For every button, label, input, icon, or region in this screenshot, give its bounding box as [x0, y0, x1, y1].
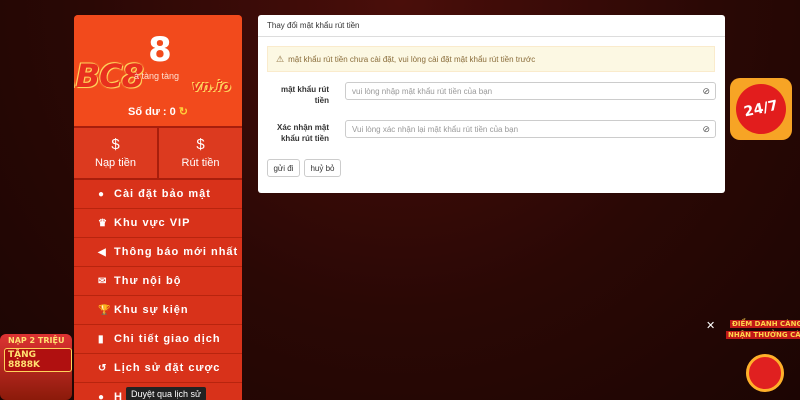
- menu-item-transactions[interactable]: ▮ Chi tiết giao dịch: [74, 325, 242, 354]
- menu-item-label: Thư nội bộ: [114, 275, 182, 287]
- menu-item-label: H: [114, 391, 123, 400]
- deposit-label: Nạp tiền: [95, 157, 136, 169]
- password-field[interactable]: vui lòng nhập mật khẩu rút tiền của bạn …: [345, 82, 716, 100]
- site-logo-suffix: vn.io: [192, 79, 231, 95]
- balance-label: Số dư :: [128, 106, 167, 118]
- dollar-coin-icon: $: [111, 136, 120, 153]
- menu-item-vip[interactable]: ♛ Khu vực VIP: [74, 209, 242, 238]
- avatar: 8: [148, 30, 172, 70]
- profile-card: 8 ABC8 vn.io à tàng tàng Số dư : 0 ↻: [74, 15, 242, 128]
- balance-display: Số dư : 0 ↻: [74, 105, 242, 118]
- username: à tàng tàng: [134, 71, 180, 81]
- menu-item-events[interactable]: 🏆 Khu sự kiện: [74, 296, 242, 325]
- menu-item-label: Thông báo mới nhất: [114, 246, 239, 258]
- account-sidebar: 8 ABC8 vn.io à tàng tàng Số dư : 0 ↻ $ N…: [74, 15, 242, 400]
- submit-button[interactable]: gửi đi: [267, 159, 300, 177]
- withdraw-icon: $: [196, 136, 205, 153]
- crown-icon: ♛: [98, 217, 108, 229]
- deposit-button[interactable]: $ Nạp tiền: [74, 128, 159, 178]
- menu-item-label: Khu vực VIP: [114, 217, 191, 229]
- confirm-password-placeholder: Vui lòng xác nhận lại mật khẩu rút tiền …: [352, 124, 519, 134]
- withdraw-button[interactable]: $ Rút tiền: [159, 128, 242, 178]
- eye-slash-icon[interactable]: ⊘: [702, 86, 710, 97]
- menu-item-label: Lịch sử đặt cược: [114, 362, 221, 374]
- cancel-button[interactable]: huỷ bỏ: [304, 159, 341, 177]
- promo-left-top: NẠP 2 TRIỆU: [8, 336, 65, 345]
- password-placeholder: vui lòng nhập mật khẩu rút tiền của bạn: [352, 86, 493, 96]
- megaphone-icon: ◀: [98, 246, 107, 258]
- exclamation-icon: ⚠: [276, 53, 285, 64]
- envelope-icon: ✉: [98, 275, 108, 287]
- help-icon: ●: [98, 391, 106, 400]
- alert-text: mật khẩu rút tiền chưa cài đặt, vui lòng…: [288, 54, 536, 64]
- menu-item-bet-history[interactable]: ↺ Lịch sử đặt cược: [74, 354, 242, 383]
- support-24-7-button[interactable]: 24/7: [730, 78, 792, 140]
- menu-item-label: Chi tiết giao dịch: [114, 333, 221, 345]
- promo-banner-right[interactable]: ✕ ĐIỂM DANH CÀNG NHIỀU NHẬN THƯỞNG CÀNG …: [706, 320, 800, 400]
- promo-left-main: TẶNG 8888K: [4, 348, 72, 372]
- promo-right-line2: NHẬN THƯỞNG CÀNG CAO: [726, 331, 800, 339]
- confirm-password-field[interactable]: Vui lòng xác nhận lại mật khẩu rút tiền …: [345, 120, 716, 138]
- menu-item-security[interactable]: ● Cài đặt bảo mật: [74, 180, 242, 209]
- close-icon[interactable]: ✕: [706, 320, 718, 332]
- support-label: 24/7: [731, 79, 791, 139]
- refresh-coin-icon[interactable]: ↻: [179, 106, 188, 118]
- eye-slash-icon[interactable]: ⊘: [702, 124, 710, 135]
- warning-alert: ⚠ mật khẩu rút tiền chưa cài đặt, vui lò…: [267, 46, 715, 72]
- account-menu: ● Cài đặt bảo mật ♛ Khu vực VIP ◀ Thông báo…: [74, 180, 242, 400]
- promo-banner-left[interactable]: NẠP 2 TRIỆU TẶNG 8888K: [0, 334, 72, 400]
- menu-item-notifications[interactable]: ◀ Thông báo mới nhất: [74, 238, 242, 267]
- user-shield-icon: ●: [98, 188, 106, 200]
- menu-item-inbox[interactable]: ✉ Thư nội bộ: [74, 267, 242, 296]
- withdraw-password-panel: Thay đổi mật khẩu rút tiền ⚠ mật khẩu rú…: [258, 15, 725, 193]
- menu-item-label: Cài đặt bảo mật: [114, 188, 211, 200]
- history-icon: ↺: [98, 362, 108, 374]
- confirm-password-label: Xác nhận mật khẩu rút tiền: [276, 123, 329, 143]
- alarm-clock-icon: [746, 354, 784, 392]
- password-label: mật khẩu rút tiền: [280, 85, 329, 105]
- trophy-icon: 🏆: [98, 304, 112, 316]
- promo-right-line1: ĐIỂM DANH CÀNG NHIỀU: [730, 320, 800, 328]
- withdraw-label: Rút tiền: [181, 157, 220, 169]
- panel-title: Thay đổi mật khẩu rút tiền: [258, 15, 725, 37]
- menu-item-label: Khu sự kiện: [114, 304, 189, 316]
- wallet-actions: $ Nạp tiền $ Rút tiền: [74, 128, 242, 180]
- tooltip: Duyệt qua lịch sử: [126, 387, 207, 400]
- balance-value: 0: [169, 106, 176, 118]
- site-logo: ABC8: [74, 57, 144, 95]
- clipboard-icon: ▮: [98, 333, 105, 345]
